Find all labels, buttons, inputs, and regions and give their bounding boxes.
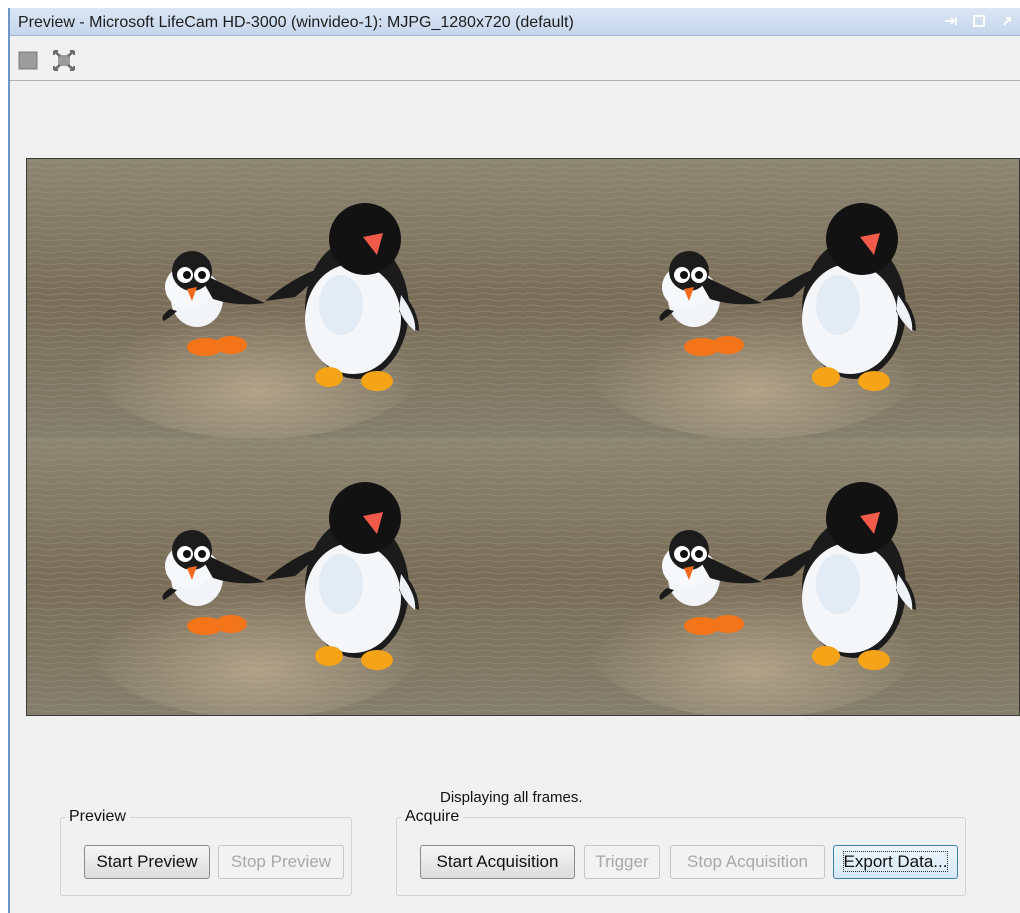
preview-window: Preview - Microsoft LifeCam HD-3000 (win… [8,8,1020,913]
restore-icon[interactable] [998,12,1016,30]
start-preview-button[interactable]: Start Preview [84,845,210,879]
stop-acquisition-button[interactable]: Stop Acquisition [670,845,825,879]
export-data-button[interactable]: Export Data... [833,845,958,879]
acquire-group-legend: Acquire [405,808,460,825]
video-preview [26,158,1020,716]
start-acquisition-button[interactable]: Start Acquisition [420,845,575,879]
maximize-icon[interactable] [970,12,988,30]
title-bar: Preview - Microsoft LifeCam HD-3000 (win… [10,8,1020,36]
status-text: Displaying all frames. [440,789,583,806]
undock-icon[interactable] [942,12,960,30]
window-title: Preview - Microsoft LifeCam HD-3000 (win… [18,14,574,31]
fit-to-window-icon[interactable] [52,48,76,72]
export-data-label: Export Data... [842,851,949,872]
trigger-button[interactable]: Trigger [584,845,660,879]
preview-group-legend: Preview [69,808,126,825]
toolbar [10,36,1020,81]
stop-icon[interactable] [16,48,40,72]
stop-preview-button[interactable]: Stop Preview [218,845,344,879]
